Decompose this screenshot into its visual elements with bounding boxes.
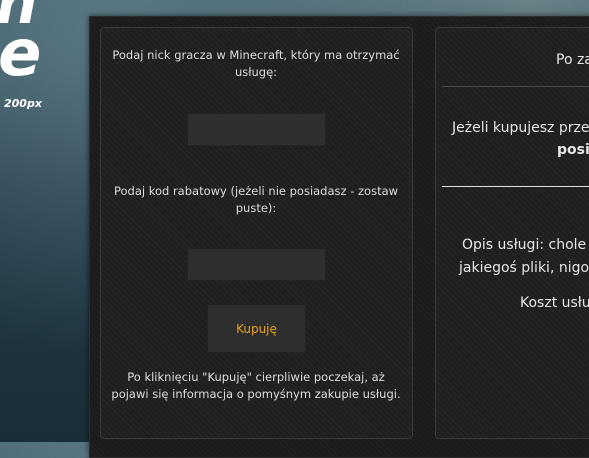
service-description-line2: jakiegoś pliki, nigo [459,260,589,276]
details-divider-top [442,86,589,87]
buy-button[interactable]: Kupuję [207,304,306,353]
service-description-line1: Opis usługi: chole [462,237,587,253]
nick-input[interactable] [187,113,326,146]
service-cost: Koszt usłu [520,295,589,311]
discount-code-label: Podaj kod rabatowy (jeżeli nie posiadasz… [113,184,399,215]
nick-label: Podaj nick gracza w Minecraft, który ma … [112,48,400,79]
discount-code-input[interactable] [187,248,326,281]
details-purchase-text: Jeżeli kupujesz prze [452,120,589,136]
details-title: Po za [556,52,589,68]
purchase-info-text: Po kliknięciu "Kupuję" cierpliwie poczek… [111,370,401,401]
details-purchase-bold-text: posi [557,142,589,158]
details-divider [442,186,589,187]
site-logo-caption: 200px [4,97,42,110]
site-logo-text-bottom: e [0,17,42,91]
service-details-box [435,27,589,439]
